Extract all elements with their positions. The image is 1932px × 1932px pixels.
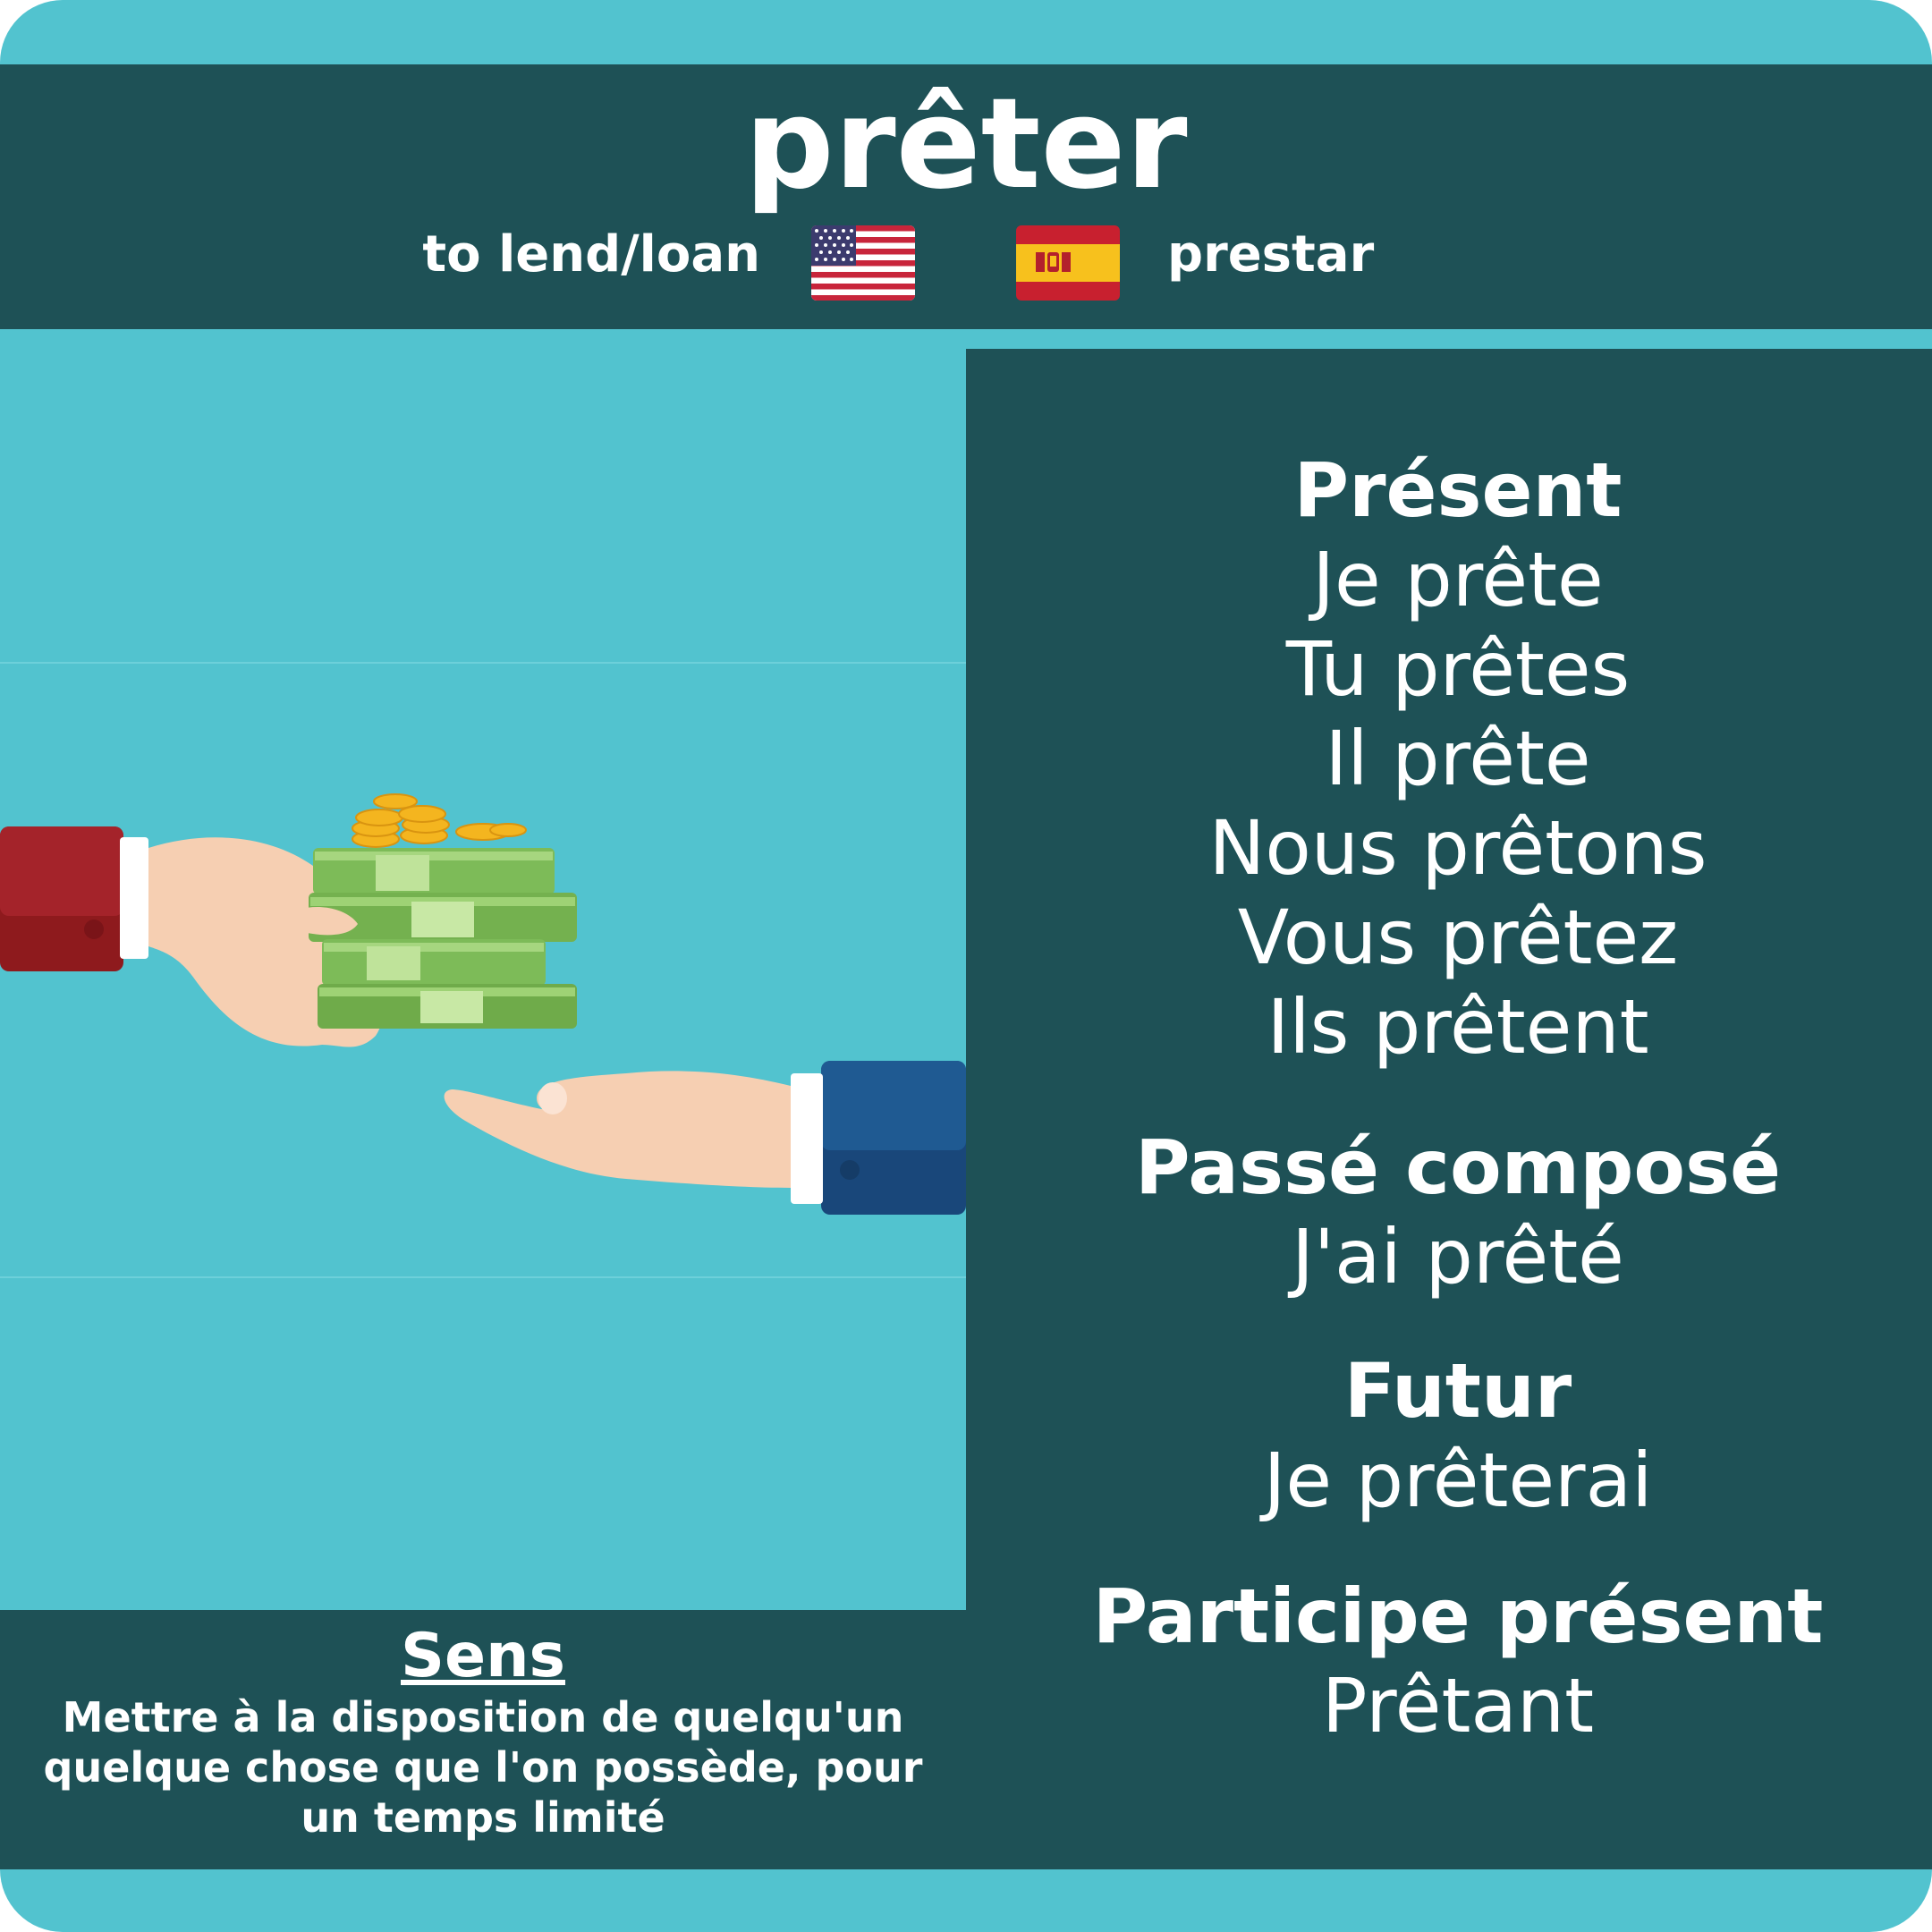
sens-definition: Mettre à la disposition de quelqu'un que…	[43, 1693, 923, 1842]
sens-title: Sens	[401, 1621, 565, 1691]
passe-compose-section: Passé composé J'ai prêté	[1011, 1123, 1905, 1301]
us-flag-icon	[811, 225, 915, 301]
futur-section: Futur Je prêterai	[1011, 1346, 1905, 1525]
passe-compose-form: J'ai prêté	[1292, 1213, 1624, 1301]
verb-title: prêter	[744, 72, 1188, 217]
present-form-vous: Vous prêtez	[1237, 894, 1679, 981]
present-form-nous: Nous prêtons	[1208, 804, 1707, 892]
present-form-tu: Tu prêtes	[1285, 625, 1631, 713]
participe-present-heading: Participe présent	[1092, 1572, 1824, 1660]
futur-heading: Futur	[1343, 1347, 1572, 1435]
participe-present-section: Participe présent Prêtant	[1011, 1572, 1905, 1750]
money-handover-illustration	[0, 662, 966, 1278]
futur-form: Je prêterai	[1263, 1436, 1653, 1524]
present-form-il: Il prête	[1325, 715, 1591, 802]
present-form-ils: Ils prêtent	[1267, 983, 1649, 1071]
present-heading: Présent	[1293, 446, 1623, 534]
passe-compose-heading: Passé composé	[1134, 1123, 1782, 1211]
present-section: Présent Je prête Tu prêtes Il prête Nous…	[1011, 445, 1905, 1072]
flashcard: prêter to lend/loan prestar Présent Je p…	[0, 0, 1932, 1932]
spain-flag-icon	[1016, 225, 1120, 301]
english-translation: to lend/loan	[422, 225, 760, 284]
present-form-je: Je prête	[1312, 536, 1604, 623]
spanish-translation: prestar	[1167, 225, 1375, 284]
participe-present-form: Prêtant	[1321, 1662, 1595, 1750]
